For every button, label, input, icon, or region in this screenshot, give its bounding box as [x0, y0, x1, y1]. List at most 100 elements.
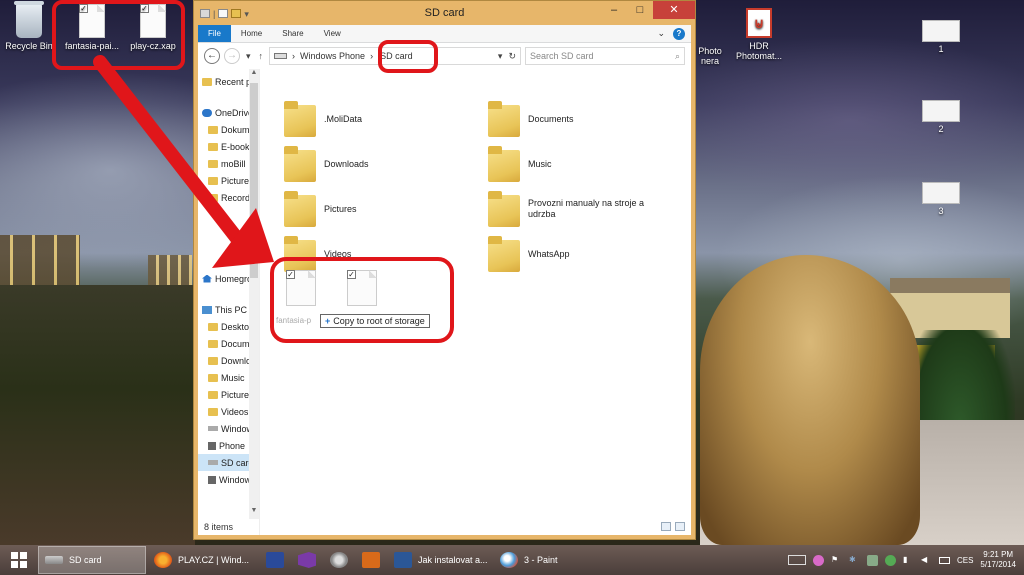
folder-item[interactable]: Videos [284, 236, 351, 272]
desktop-thumbnail-1[interactable]: 1 [922, 20, 960, 54]
minimize-button[interactable]: – [601, 1, 627, 19]
navigation-pane[interactable]: Recent places OneDrive Dokumenty E-books… [198, 69, 260, 535]
touch-keyboard-icon[interactable] [787, 555, 806, 565]
thumbnail-image [922, 100, 960, 122]
address-bar[interactable]: › Windows Phone › SD card ▾ ↻ [269, 47, 521, 65]
details-view-icon[interactable] [661, 522, 671, 531]
nav-scrollbar[interactable]: ▲ ▼ [249, 69, 259, 519]
large-icons-view-icon[interactable] [675, 522, 685, 531]
back-button[interactable]: ← [204, 48, 220, 64]
tab-file[interactable]: File [198, 25, 231, 42]
file-icon: ✓ [140, 4, 166, 38]
folder-item[interactable]: Documents [488, 101, 574, 137]
network-icon[interactable]: ▮ [903, 555, 914, 566]
expand-ribbon-icon[interactable]: ⌄ [657, 28, 665, 39]
search-input[interactable]: Search SD card ⌕ [525, 47, 685, 65]
file-icon: ✓ [347, 270, 377, 306]
folder-name: Downloads [324, 158, 369, 169]
taskbar-item-label: PLAY.CZ | Wind... [178, 555, 250, 565]
hdr-photomatix-desktop-icon[interactable]: ⊌ HDR Photomat... [730, 8, 788, 61]
search-icon: ⌕ [674, 50, 680, 61]
desktop-thumbnail-2[interactable]: 2 [922, 100, 960, 134]
scroll-up-icon[interactable]: ▲ [249, 69, 259, 81]
bluetooth-icon[interactable]: ✱ [849, 555, 860, 566]
scroll-down-icon[interactable]: ▼ [249, 507, 259, 519]
speaker-icon[interactable]: ◀ [921, 555, 932, 566]
folder-icon [284, 236, 316, 272]
taskbar-item-check[interactable] [356, 546, 386, 574]
dragged-file-2[interactable]: ✓ [347, 270, 377, 306]
nav-item-label: OneDrive [215, 107, 254, 118]
breadcrumb-separator-icon: › [292, 51, 296, 61]
clock-time: 9:21 PM [983, 550, 1014, 559]
folder-item[interactable]: Pictures [284, 191, 357, 227]
taskbar-item-gear[interactable] [324, 546, 354, 574]
file-explorer-window[interactable]: | ▾ SD card – □ ✕ File Home Share View ⌄… [193, 0, 696, 540]
maximize-button[interactable]: □ [627, 1, 653, 19]
thumbnail-image [922, 20, 960, 42]
breadcrumb-sd-card[interactable]: SD card [378, 51, 415, 61]
new-folder-icon[interactable] [231, 8, 242, 18]
folder-item[interactable]: WhatsApp [488, 236, 570, 272]
flag-icon[interactable]: ⚑ [831, 555, 842, 566]
app-tray-icon[interactable] [812, 554, 824, 566]
app-tray-icon[interactable] [866, 554, 878, 566]
taskbar-item-firefox[interactable]: PLAY.CZ | Wind... [148, 546, 258, 574]
folder-icon [284, 191, 316, 227]
checkbox-icon[interactable]: ✓ [79, 4, 88, 13]
ribbon-help-area: ⌄ ? [657, 25, 691, 42]
drive-icon [274, 53, 288, 59]
photo-desktop-icon[interactable]: Photo nera [690, 10, 730, 66]
folder-icon [208, 407, 218, 416]
desktop-thumbnail-3[interactable]: 3 [922, 182, 960, 216]
playcz-file-desktop-icon[interactable]: ✓ play-cz.xap [126, 4, 180, 51]
close-button[interactable]: ✕ [653, 1, 695, 19]
checkbox-icon[interactable]: ✓ [140, 4, 149, 13]
properties-icon[interactable] [218, 8, 229, 18]
thumbnail-label: 2 [938, 124, 944, 134]
fantasia-file-desktop-icon[interactable]: ✓ fantasia-pai... [60, 4, 124, 51]
language-indicator[interactable]: CES [957, 556, 973, 565]
recent-locations-icon[interactable]: ▾ [244, 51, 253, 62]
window-titlebar[interactable]: | ▾ SD card – □ ✕ [194, 1, 695, 25]
scrollbar-thumb[interactable] [250, 83, 258, 278]
dragged-file-1[interactable]: ✓ [286, 270, 316, 306]
explorer-main: Recent places OneDrive Dokumenty E-books… [198, 69, 691, 535]
explorer-body: File Home Share View ⌄ ? ← → ▾ ↑ › Windo… [198, 25, 691, 535]
battery-icon[interactable] [938, 556, 950, 564]
nav-item-label: Phone [219, 440, 246, 451]
thumbnail-image [922, 182, 960, 204]
drag-tooltip-text: Copy to root of storage [333, 316, 425, 326]
tab-view[interactable]: View [314, 25, 351, 42]
app-tray-icon[interactable] [884, 554, 896, 566]
taskbar-item-floppy[interactable] [260, 546, 290, 574]
help-icon[interactable]: ? [673, 27, 685, 40]
taskbar-item-sd-card[interactable]: SD card [38, 546, 146, 574]
clock[interactable]: 9:21 PM 5/17/2014 [980, 550, 1016, 570]
address-dropdown-icon[interactable]: ▾ [498, 51, 503, 62]
taskbar-item-visual-studio[interactable] [292, 546, 322, 574]
dropdown-icon[interactable]: ▾ [244, 9, 249, 19]
word-icon [394, 552, 412, 568]
taskbar-item-label: 3 - Paint [524, 555, 558, 565]
up-button[interactable]: ↑ [257, 51, 266, 61]
ribbon-tabs: File Home Share View ⌄ ? [198, 25, 691, 43]
refresh-icon[interactable]: ↻ [508, 51, 516, 62]
taskbar-item-word[interactable]: Jak instalovat a... [388, 546, 492, 574]
recycle-bin-desktop-icon[interactable]: Recycle Bin [4, 1, 54, 51]
windows-logo-icon [11, 552, 27, 568]
taskbar-item-paint[interactable]: 3 - Paint [494, 546, 594, 574]
folder-item[interactable]: Downloads [284, 146, 369, 182]
tab-share[interactable]: Share [272, 25, 313, 42]
view-switcher [661, 522, 685, 531]
forward-button[interactable]: → [224, 48, 240, 64]
folder-item[interactable]: Provozni manualy na stroje a udrzba [488, 191, 668, 227]
checkbox-icon[interactable]: ✓ [347, 270, 356, 279]
tab-home[interactable]: Home [231, 25, 272, 42]
start-button[interactable] [0, 545, 38, 575]
folder-item[interactable]: Music [488, 146, 552, 182]
checkbox-icon[interactable]: ✓ [286, 270, 295, 279]
file-list[interactable]: .MoliData Documents Downloads Music Pict… [260, 69, 691, 535]
breadcrumb-windows-phone[interactable]: Windows Phone [300, 51, 365, 61]
folder-item[interactable]: .MoliData [284, 101, 362, 137]
